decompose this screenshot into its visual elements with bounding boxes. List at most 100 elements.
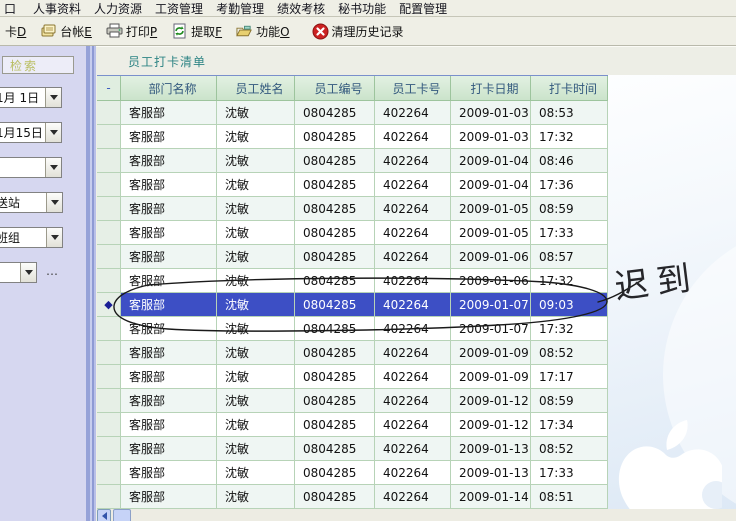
menu-item[interactable]: 秘书功能 xyxy=(338,0,386,17)
chevron-down-icon[interactable] xyxy=(45,158,61,177)
menu-item[interactable]: 人力资源 xyxy=(94,0,142,17)
table-row[interactable]: 客服部沈敏08042854022642009-01-0908:52 xyxy=(97,341,608,365)
column-header[interactable]: 员工姓名 xyxy=(217,76,295,101)
chevron-down-icon[interactable] xyxy=(20,263,36,282)
scrollbar-thumb[interactable] xyxy=(113,509,131,521)
collapse-all-cell[interactable]: - xyxy=(97,76,121,101)
toolbar-button-function[interactable]: 功能O xyxy=(234,20,291,42)
table-cell: 402264 xyxy=(375,101,451,125)
table-cell: 沈敏 xyxy=(217,461,295,485)
row-gutter xyxy=(97,413,121,437)
printer-icon xyxy=(106,23,123,40)
table-cell: 沈敏 xyxy=(217,245,295,269)
table-cell: 客服部 xyxy=(121,221,217,245)
table-cell: 客服部 xyxy=(121,149,217,173)
table-cell: 2009-01-06 xyxy=(451,269,531,293)
table-row[interactable]: 客服部沈敏08042854022642009-01-1317:33 xyxy=(97,461,608,485)
table-cell: 08:59 xyxy=(531,197,608,221)
table-cell: 沈敏 xyxy=(217,317,295,341)
sidebar-combo-3[interactable]: 送站 xyxy=(0,192,63,213)
table-row[interactable]: 客服部沈敏08042854022642009-01-0917:17 xyxy=(97,365,608,389)
table-row[interactable]: 客服部沈敏08042854022642009-01-0417:36 xyxy=(97,173,608,197)
table-cell: 2009-01-14 xyxy=(451,485,531,509)
table-row[interactable]: 客服部沈敏08042854022642009-01-0717:32 xyxy=(97,317,608,341)
chevron-down-icon[interactable] xyxy=(45,123,61,142)
table-row[interactable]: ◆客服部沈敏08042854022642009-01-0709:03 xyxy=(97,293,608,317)
table-row[interactable]: 客服部沈敏08042854022642009-01-0408:46 xyxy=(97,149,608,173)
table-cell: 08:52 xyxy=(531,437,608,461)
row-gutter xyxy=(97,317,121,341)
menu-item[interactable]: 绩效考核 xyxy=(277,0,325,17)
table-cell: 0804285 xyxy=(295,149,375,173)
column-header[interactable]: 部门名称 xyxy=(121,76,217,101)
column-header[interactable]: 员工编号 xyxy=(295,76,375,101)
table-cell: 402264 xyxy=(375,461,451,485)
table-row[interactable]: 客服部沈敏08042854022642009-01-1308:52 xyxy=(97,437,608,461)
table-cell: 17:32 xyxy=(531,125,608,149)
row-gutter xyxy=(97,461,121,485)
combo-value: 1月 1日 xyxy=(0,88,45,107)
row-gutter xyxy=(97,365,121,389)
clear-history-icon xyxy=(312,23,329,40)
table-cell: 402264 xyxy=(375,365,451,389)
table-cell: 沈敏 xyxy=(217,389,295,413)
table-cell: 客服部 xyxy=(121,389,217,413)
table-cell: 17:33 xyxy=(531,221,608,245)
menu-item[interactable]: 人事资料 xyxy=(33,0,81,17)
tab-search[interactable]: 检索 xyxy=(2,56,74,74)
table-row[interactable]: 客服部沈敏08042854022642009-01-0517:33 xyxy=(97,221,608,245)
table-cell: 402264 xyxy=(375,293,451,317)
scroll-left-button[interactable] xyxy=(97,509,111,521)
table-cell: 17:33 xyxy=(531,461,608,485)
column-header[interactable]: 打卡时间 xyxy=(531,76,608,101)
apple-logo-icon xyxy=(612,413,722,521)
table-cell: 0804285 xyxy=(295,197,375,221)
table-cell: 客服部 xyxy=(121,197,217,221)
table-cell: 2009-01-04 xyxy=(451,173,531,197)
sidebar-combo-4[interactable]: 班组 xyxy=(0,227,63,248)
sidebar-combo-0[interactable]: 1月 1日 xyxy=(0,87,62,108)
table-row[interactable]: 客服部沈敏08042854022642009-01-1408:51 xyxy=(97,485,608,509)
table-cell: 客服部 xyxy=(121,101,217,125)
menu-item[interactable]: 配置管理 xyxy=(399,0,447,17)
menu-item[interactable]: 考勤管理 xyxy=(216,0,264,17)
column-header[interactable]: 打卡日期 xyxy=(451,76,531,101)
table-row[interactable]: 客服部沈敏08042854022642009-01-1208:59 xyxy=(97,389,608,413)
table-cell: 沈敏 xyxy=(217,485,295,509)
column-header[interactable]: 员工卡号 xyxy=(375,76,451,101)
menu-item[interactable]: 口 xyxy=(4,0,16,17)
sidebar-combo-1[interactable]: 1月15日 xyxy=(0,122,62,143)
table-row[interactable]: 客服部沈敏08042854022642009-01-0617:32 xyxy=(97,269,608,293)
table-cell: 2009-01-05 xyxy=(451,197,531,221)
combo-value xyxy=(0,263,20,282)
splitter[interactable] xyxy=(84,46,96,521)
row-gutter xyxy=(97,149,121,173)
more-button[interactable]: … xyxy=(46,264,59,278)
table-row[interactable]: 客服部沈敏08042854022642009-01-0608:57 xyxy=(97,245,608,269)
sidebar-combo-2[interactable]: 乇 xyxy=(0,157,62,178)
table-cell: 2009-01-09 xyxy=(451,365,531,389)
table-cell: 0804285 xyxy=(295,269,375,293)
horizontal-scrollbar[interactable] xyxy=(97,509,736,521)
toolbar-button-clear-history[interactable]: 清理历史记录 xyxy=(310,20,406,42)
table-cell: 2009-01-05 xyxy=(451,221,531,245)
table-row[interactable]: 客服部沈敏08042854022642009-01-0508:59 xyxy=(97,197,608,221)
table-row[interactable]: 客服部沈敏08042854022642009-01-1217:34 xyxy=(97,413,608,437)
table-cell: 客服部 xyxy=(121,125,217,149)
toolbar-button-extract[interactable]: 提取F xyxy=(169,20,224,42)
row-gutter xyxy=(97,221,121,245)
toolbar-button-print[interactable]: 打印P xyxy=(104,20,159,42)
table-cell: 0804285 xyxy=(295,221,375,245)
toolbar-button-ledger[interactable]: 台帐E xyxy=(38,20,94,42)
table-cell: 0804285 xyxy=(295,125,375,149)
chevron-down-icon[interactable] xyxy=(46,193,62,212)
toolbar-button-punch-card[interactable]: 卡D xyxy=(3,20,28,42)
row-gutter xyxy=(97,245,121,269)
table-row[interactable]: 客服部沈敏08042854022642009-01-0308:53 xyxy=(97,101,608,125)
sidebar-combo-5[interactable] xyxy=(0,262,37,283)
chevron-down-icon[interactable] xyxy=(46,228,62,247)
table-cell: 402264 xyxy=(375,389,451,413)
menu-item[interactable]: 工资管理 xyxy=(155,0,203,17)
chevron-down-icon[interactable] xyxy=(45,88,61,107)
table-row[interactable]: 客服部沈敏08042854022642009-01-0317:32 xyxy=(97,125,608,149)
